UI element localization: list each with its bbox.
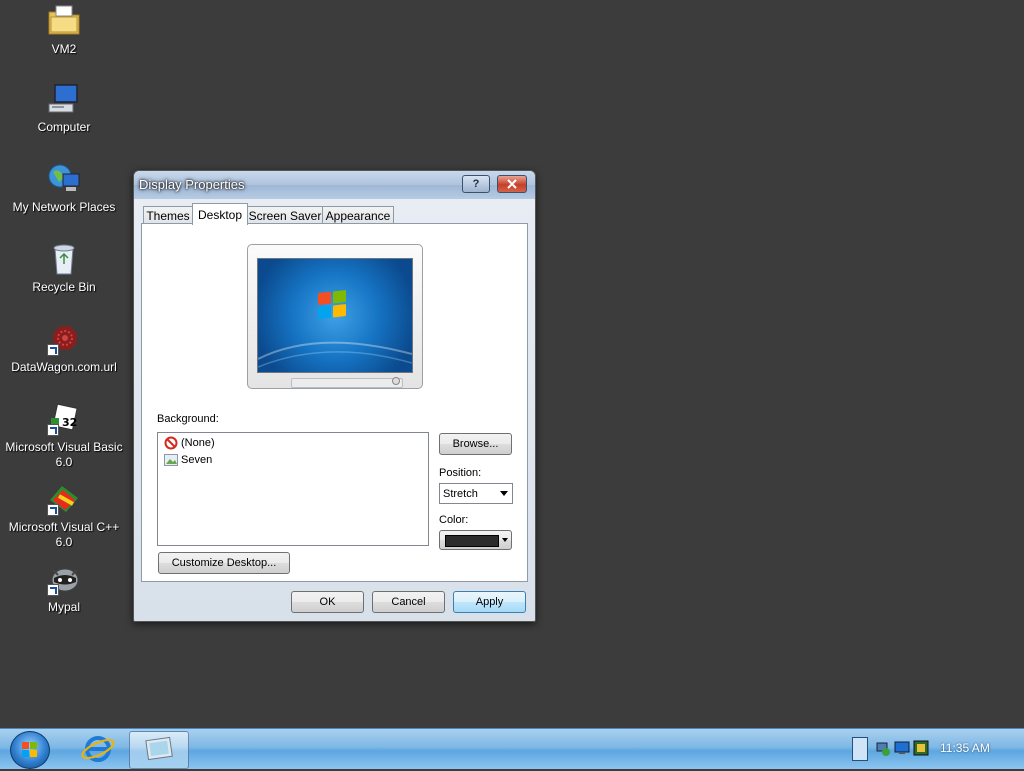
customize-desktop-button[interactable]: Customize Desktop... (158, 552, 290, 574)
position-value: Stretch (443, 487, 478, 500)
dialog-titlebar[interactable]: Display Properties ? (134, 171, 535, 199)
tab-screen-saver[interactable]: Screen Saver (247, 206, 323, 224)
network-places-icon (47, 162, 81, 196)
ok-button-label: OK (319, 596, 336, 608)
list-item-seven[interactable]: Seven (164, 452, 212, 468)
desktop-icon-label: VM2 (51, 42, 77, 56)
internet-explorer-icon (81, 736, 115, 762)
dialog-title: Display Properties (139, 177, 245, 192)
help-icon: ? (472, 178, 480, 190)
taskbar: 11:35 AM (0, 728, 1024, 769)
tab-label: Screen Saver (248, 208, 322, 223)
recycle-bin-icon (47, 242, 81, 276)
cancel-button-label: Cancel (391, 596, 426, 608)
position-select[interactable]: Stretch (439, 483, 513, 504)
visual-cpp-icon (47, 482, 81, 516)
desktop-icon-network-places[interactable]: My Network Places (0, 162, 128, 215)
image-file-icon (164, 454, 178, 466)
desktop-icon-vm2[interactable]: VM2 (0, 4, 128, 57)
ok-button[interactable]: OK (291, 591, 364, 613)
help-button[interactable]: ? (462, 175, 490, 193)
tab-label: Themes (146, 208, 190, 223)
folder-icon (47, 4, 81, 38)
no-entry-icon (164, 436, 178, 450)
desktop-icon-label: Recycle Bin (32, 280, 96, 294)
chevron-down-icon (500, 491, 508, 496)
power-button-icon (392, 377, 400, 385)
windows-logo-icon (258, 290, 412, 368)
desktop-icon-visual-cpp[interactable]: Microsoft Visual C++ 6.0 (0, 482, 128, 550)
desktop-icon-label: Computer (37, 120, 91, 134)
tab-themes[interactable]: Themes (143, 206, 193, 224)
list-item-label: Seven (181, 454, 213, 466)
close-icon (507, 179, 517, 189)
start-orb-icon (22, 742, 37, 757)
monitor-icon[interactable] (894, 740, 910, 756)
desktop-icon-label: My Network Places (12, 200, 116, 214)
start-button[interactable] (10, 731, 50, 769)
chevron-down-icon (502, 538, 508, 542)
position-label: Position: (439, 467, 482, 479)
taskbar-clock[interactable]: 11:35 AM (940, 741, 990, 755)
visual-basic-icon: 32 (47, 402, 81, 436)
background-label: Background: (157, 413, 219, 425)
display-properties-icon (145, 736, 173, 761)
tab-desktop[interactable]: Desktop (192, 203, 248, 225)
list-item-label: (None) (181, 437, 215, 449)
browse-button-label: Browse... (452, 438, 499, 450)
browse-button[interactable]: Browse... (439, 433, 512, 455)
apply-button-label: Apply (475, 596, 504, 608)
taskbar-display-properties[interactable] (129, 731, 189, 769)
desktop-icon-label: Microsoft Visual Basic 6.0 (5, 440, 123, 469)
tab-appearance[interactable]: Appearance (322, 206, 394, 224)
url-shortcut-icon (47, 322, 81, 356)
color-picker-button[interactable] (439, 530, 512, 550)
list-item-none[interactable]: (None) (164, 435, 215, 451)
desktop-icon-label: DataWagon.com.url (11, 360, 117, 374)
tab-label: Desktop (197, 207, 243, 222)
color-swatch (445, 535, 499, 547)
desktop-icon-recycle-bin[interactable]: Recycle Bin (0, 242, 128, 295)
display-properties-dialog: Display Properties ? Themes Desktop Scre… (133, 170, 536, 622)
mypal-raccoon-icon (47, 562, 81, 596)
desktop-icon-label: Microsoft Visual C++ 6.0 (8, 520, 120, 549)
shortcut-arrow-icon (47, 344, 59, 356)
app-tray-icon[interactable] (913, 740, 929, 756)
monitor-preview (247, 244, 423, 389)
monitor-base (291, 378, 403, 388)
desktop-icon-mypal[interactable]: Mypal (0, 562, 128, 615)
show-desktop-icon[interactable] (852, 737, 868, 761)
color-label: Color: (439, 514, 469, 526)
close-button[interactable] (497, 175, 527, 193)
background-list[interactable]: (None) Seven (157, 432, 429, 546)
apply-button[interactable]: Apply (453, 591, 526, 613)
svg-text:32: 32 (62, 416, 77, 429)
shortcut-arrow-icon (47, 504, 59, 516)
desktop-icon-visual-basic[interactable]: 32 Microsoft Visual Basic 6.0 (0, 402, 128, 470)
shortcut-arrow-icon (47, 424, 59, 436)
wallpaper-preview (257, 258, 413, 373)
tab-label: Appearance (325, 208, 391, 223)
desktop-icon-datawagon[interactable]: DataWagon.com.url (0, 322, 128, 375)
desktop-tab-panel: Background: (None) Seven Browse... Posit… (141, 223, 528, 582)
customize-desktop-label: Customize Desktop... (171, 557, 277, 569)
taskbar-internet-explorer[interactable] (69, 731, 127, 767)
cancel-button[interactable]: Cancel (372, 591, 445, 613)
network-icon[interactable] (875, 740, 891, 756)
desktop-icon-label: Mypal (47, 600, 80, 614)
shortcut-arrow-icon (47, 584, 59, 596)
desktop-icon-computer[interactable]: Computer (0, 82, 128, 135)
computer-icon (47, 82, 81, 116)
